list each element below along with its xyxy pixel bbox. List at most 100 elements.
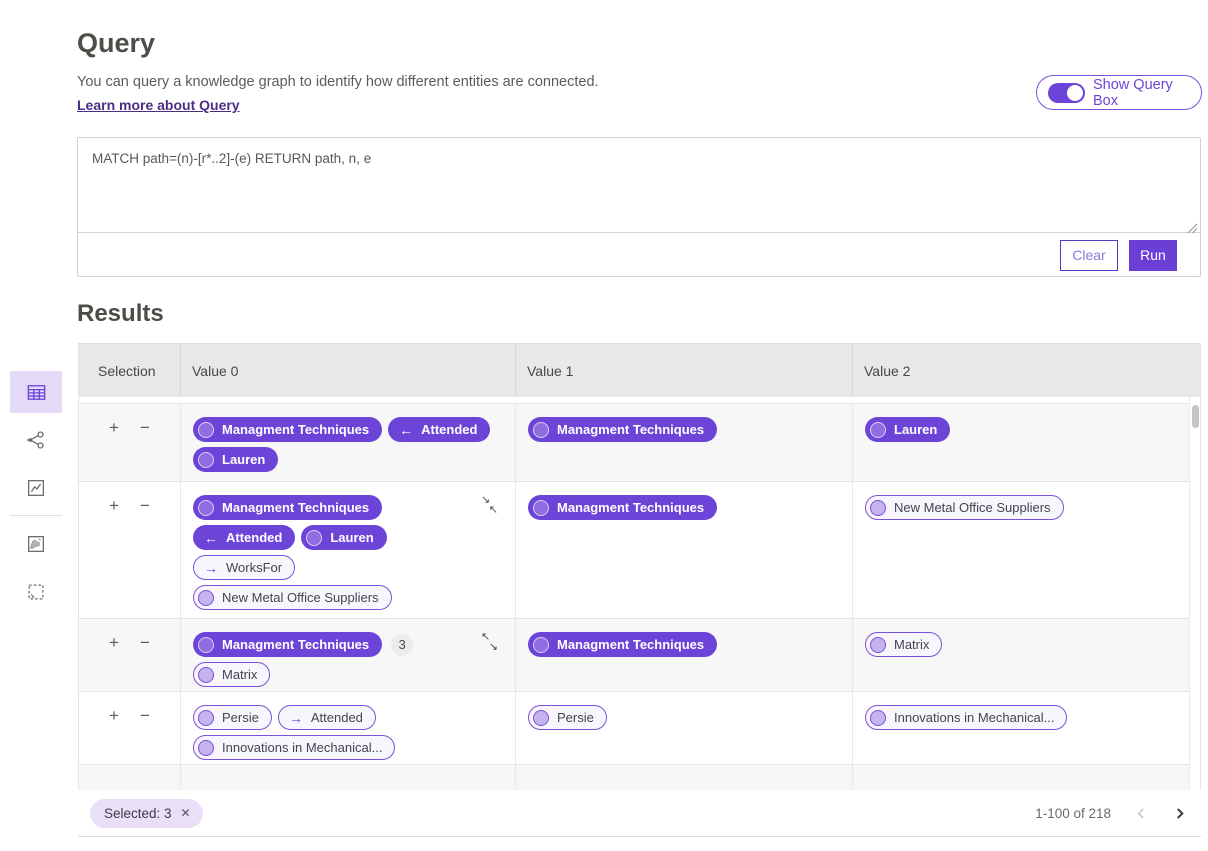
entity-pill[interactable]: Persie — [528, 705, 607, 730]
relation-pill[interactable]: ←Attended — [388, 417, 490, 442]
results-table-header: Selection Value 0 Value 1 Value 2 — [79, 343, 1200, 397]
relation-pill[interactable]: →WorksFor — [193, 555, 295, 580]
add-selection-button[interactable]: + — [109, 497, 119, 514]
resize-handle-icon[interactable] — [1186, 221, 1198, 233]
sidebar-item-chart-view[interactable] — [10, 467, 62, 509]
pill-label: Lauren — [222, 452, 265, 467]
next-page-button[interactable] — [1171, 805, 1187, 821]
node-icon — [198, 500, 214, 516]
value0-cell: Managment Techniques ←Attended Lauren →Work… — [180, 482, 515, 618]
pill-line: Persie — [528, 705, 844, 730]
value2-cell — [852, 765, 1202, 790]
relation-pill[interactable]: →Attended — [278, 705, 376, 730]
show-query-box-toggle[interactable]: Show Query Box — [1036, 75, 1202, 110]
value2-cell: Innovations in Mechanical... — [852, 692, 1202, 764]
remove-selection-button[interactable]: − — [140, 497, 150, 514]
table-row: +−Managment Techniques←AttendedLaurenMan… — [79, 403, 1200, 481]
pill-line: Innovations in Mechanical... — [865, 705, 1194, 730]
selection-cell: +− — [79, 619, 180, 691]
pagination: 1-100 of 218 — [1035, 805, 1187, 821]
page-title: Query — [77, 28, 155, 59]
entity-pill[interactable]: Managment Techniques — [528, 632, 717, 657]
entity-pill[interactable]: Managment Techniques — [528, 417, 717, 442]
entity-pill[interactable]: Lauren — [865, 417, 950, 442]
relation-pill[interactable]: ←Attended — [193, 525, 295, 550]
pill-line: Matrix — [865, 632, 1194, 657]
toggle-switch-icon[interactable] — [1048, 83, 1085, 103]
entity-pill[interactable]: Matrix — [865, 632, 942, 657]
learn-more-link[interactable]: Learn more about Query — [77, 97, 240, 113]
node-icon — [198, 452, 214, 468]
table-scrollbar[interactable] — [1189, 397, 1200, 790]
entity-pill[interactable]: Lauren — [301, 525, 386, 550]
prev-page-button[interactable] — [1133, 805, 1149, 821]
entity-pill[interactable]: Managment Techniques — [193, 495, 382, 520]
column-header-value0: Value 0 — [180, 344, 515, 397]
run-button[interactable]: Run — [1129, 240, 1177, 271]
entity-pill[interactable]: Innovations in Mechanical... — [865, 705, 1067, 730]
sidebar-item-table-view[interactable] — [10, 371, 62, 413]
chevron-left-icon — [1135, 807, 1148, 820]
pill-label: Attended — [421, 422, 477, 437]
pill-label: Innovations in Mechanical... — [894, 710, 1054, 725]
value2-cell: Lauren — [852, 404, 1202, 481]
pill-label: Managment Techniques — [222, 637, 369, 652]
remove-selection-button[interactable]: − — [140, 634, 150, 651]
entity-pill[interactable]: Lauren — [193, 447, 278, 472]
query-actions: Clear Run — [78, 233, 1200, 277]
sidebar-item-graph-view[interactable] — [10, 419, 62, 461]
node-icon — [198, 710, 214, 726]
add-selection-button[interactable]: + — [109, 707, 119, 724]
remove-selection-button[interactable]: − — [140, 419, 150, 436]
value0-cell — [180, 765, 515, 790]
pill-label: Attended — [311, 710, 363, 725]
node-icon — [198, 422, 214, 438]
pill-label: Lauren — [330, 530, 373, 545]
pill-label: Persie — [222, 710, 259, 725]
entity-pill[interactable]: Managment Techniques — [193, 632, 382, 657]
entity-pill[interactable]: Persie — [193, 705, 272, 730]
results-title: Results — [77, 300, 164, 328]
entity-pill[interactable]: Matrix — [193, 662, 270, 687]
clear-button[interactable]: Clear — [1060, 240, 1118, 271]
view-switcher — [10, 371, 62, 619]
column-header-value1: Value 1 — [515, 344, 852, 397]
page-description: You can query a knowledge graph to ident… — [77, 74, 599, 90]
value1-cell: Managment Techniques — [515, 482, 852, 618]
value0-cell: Managment Techniques3Matrix↖↘ — [180, 619, 515, 691]
entity-pill[interactable]: New Metal Office Suppliers — [865, 495, 1064, 520]
results-table: Selection Value 0 Value 1 Value 2 +−Mana… — [78, 343, 1201, 790]
pill-line: Managment Techniques — [528, 495, 844, 520]
node-icon — [533, 422, 549, 438]
selection-cell: +− — [79, 692, 180, 764]
entity-pill[interactable]: Innovations in Mechanical... — [193, 735, 395, 760]
clear-selection-icon[interactable]: ✕ — [181, 806, 191, 820]
node-icon — [533, 500, 549, 516]
pill-line: Managment Techniques — [528, 632, 844, 657]
value1-cell — [515, 765, 852, 790]
selected-chip[interactable]: Selected: 3 ✕ — [90, 799, 203, 828]
scrollbar-thumb[interactable] — [1192, 405, 1199, 428]
remove-selection-button[interactable]: − — [140, 707, 150, 724]
pill-line: Lauren — [865, 417, 1194, 442]
pill-line: Managment Techniques — [193, 495, 507, 520]
value1-cell: Managment Techniques — [515, 619, 852, 691]
expand-icon[interactable]: ↖↘ — [481, 633, 498, 651]
pill-label: Lauren — [894, 422, 937, 437]
entity-pill[interactable]: New Metal Office Suppliers — [193, 585, 392, 610]
entity-pill[interactable]: Managment Techniques — [528, 495, 717, 520]
collapse-icon[interactable]: ↘↖ — [481, 496, 498, 514]
add-selection-button[interactable]: + — [109, 634, 119, 651]
sidebar-item-select-region[interactable] — [10, 571, 62, 613]
toggle-label: Show Query Box — [1093, 77, 1201, 109]
selection-cell — [79, 765, 180, 790]
add-selection-button[interactable]: + — [109, 419, 119, 436]
pill-line: Persie →Attended — [193, 705, 507, 730]
sidebar-item-map-view[interactable] — [10, 523, 62, 565]
pill-line: Matrix — [193, 662, 507, 687]
selection-cell: +− — [79, 482, 180, 618]
node-icon — [870, 637, 886, 653]
query-input[interactable]: MATCH path=(n)-[r*..2]-(e) RETURN path, … — [78, 138, 1200, 233]
value0-cell: Managment Techniques←Attended Lauren — [180, 404, 515, 481]
entity-pill[interactable]: Managment Techniques — [193, 417, 382, 442]
